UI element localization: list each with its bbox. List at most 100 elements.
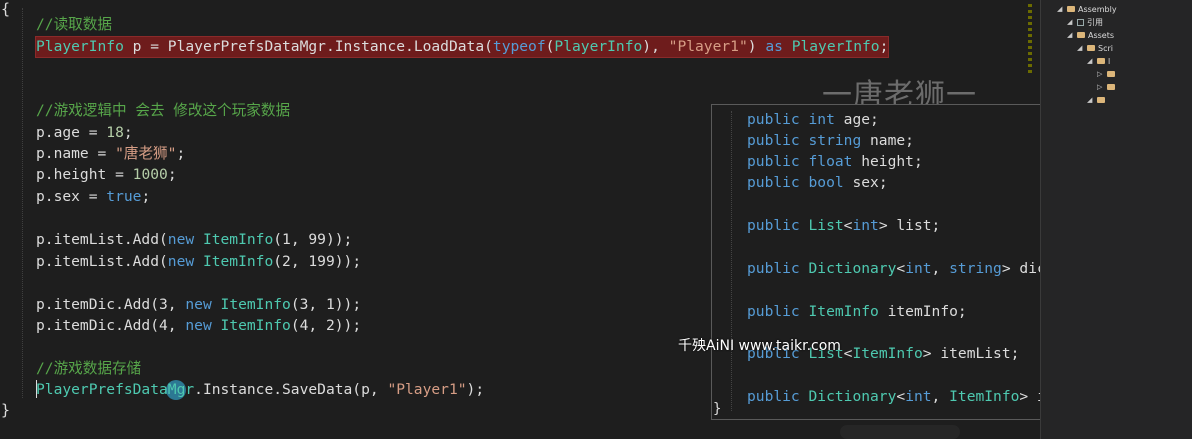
code-text: p.itemDic.Add(4, — [36, 317, 186, 334]
expand-arrow-icon[interactable]: ◢ — [1077, 44, 1084, 52]
code-text: (3, 1)); — [290, 296, 362, 313]
code-line-dic-add-2[interactable]: p.itemDic.Add(4, new ItemInfo(4, 2)); — [36, 316, 361, 336]
code-text: , — [931, 388, 950, 405]
type-name: ItemInfo — [202, 231, 274, 248]
popup-field-line[interactable]: public float height; — [747, 152, 923, 172]
popup-field-line[interactable]: public bool sex; — [747, 173, 888, 193]
popup-field-line[interactable]: public List<int> list; — [747, 216, 940, 236]
keyword: int — [905, 388, 932, 405]
code-text: ) — [747, 38, 766, 55]
solution-tree-item[interactable]: ◢ Scri — [1077, 42, 1113, 54]
keyword: new — [167, 231, 195, 248]
load-data-line[interactable]: PlayerInfo p = PlayerPrefsDataMgr.Instan… — [34, 36, 890, 58]
type-name: PlayerPrefsDataMgr — [36, 381, 195, 398]
solution-tree-label: Assets — [1088, 30, 1115, 40]
type-name: ItemInfo — [202, 253, 274, 270]
solution-tree-item[interactable]: ◢ Assets — [1067, 29, 1114, 41]
popup-field-line[interactable]: public string name; — [747, 131, 914, 151]
number-literal: 1000 — [132, 166, 168, 183]
code-line-list-add-2[interactable]: p.itemList.Add(new ItemInfo(2, 199)); — [36, 252, 361, 272]
code-text: p.itemList.Add( — [36, 253, 168, 270]
code-line-list-add-1[interactable]: p.itemList.Add(new ItemInfo(1, 99)); — [36, 230, 352, 250]
keyword: new — [167, 253, 195, 270]
solution-tree-label: Scri — [1098, 43, 1113, 53]
solution-tree-item[interactable]: ◢ 引用 — [1067, 16, 1103, 28]
code-line-name[interactable]: p.name = "唐老狮"; — [36, 144, 185, 164]
reference-icon — [1077, 18, 1084, 26]
solution-tree-item[interactable]: ◢ Assembly — [1057, 3, 1117, 15]
code-line-age[interactable]: p.age = 18; — [36, 123, 133, 143]
keyword: public — [747, 132, 800, 149]
type-name: PlayerInfo — [554, 38, 643, 55]
code-text: itemInfo; — [878, 303, 967, 320]
expand-arrow-icon[interactable]: ◢ — [1087, 57, 1094, 65]
popup-field-line[interactable]: public ItemInfo itemInfo; — [747, 302, 967, 322]
code-text: p.sex = — [36, 188, 107, 205]
popup-field-line[interactable]: public Dictionary<int, string> dic; — [747, 259, 1055, 279]
popup-field-line[interactable]: public int age; — [747, 110, 879, 130]
solution-tree-item[interactable]: ▷ — [1097, 81, 1118, 93]
keyword: float — [808, 153, 853, 170]
keyword: new — [185, 296, 212, 313]
code-line-height[interactable]: p.height = 1000; — [36, 165, 177, 185]
type-name: ItemInfo — [220, 296, 291, 313]
keyword: public — [747, 303, 800, 320]
folder-icon — [1097, 58, 1105, 64]
expand-arrow-icon[interactable]: ◢ — [1087, 96, 1094, 104]
string-literal: "唐老狮" — [115, 145, 177, 162]
solution-explorer-panel[interactable]: ◢ Assembly ◢ 引用 ◢ Assets ◢ Scri ◢ l ▷ ▷ ◢ — [1040, 0, 1192, 439]
string-literal: "Player1" — [387, 381, 467, 398]
solution-tree-item[interactable]: ▷ — [1097, 68, 1118, 80]
code-line-sex[interactable]: p.sex = true; — [36, 187, 150, 207]
solution-tree-item[interactable]: ◢ l — [1087, 55, 1110, 67]
code-text: p = PlayerPrefsDataMgr.Instance.LoadData… — [123, 38, 493, 55]
code-text: > itemList; — [922, 345, 1020, 362]
solution-tree-label: l — [1108, 56, 1111, 66]
expand-arrow-icon[interactable]: ◢ — [1057, 5, 1064, 13]
expand-arrow-icon[interactable]: ◢ — [1067, 31, 1074, 39]
text-caret — [36, 380, 37, 398]
code-text: height; — [852, 153, 923, 170]
keyword: public — [747, 174, 800, 191]
code-text: age; — [834, 111, 879, 128]
keyword: bool — [808, 174, 844, 191]
keyword: as — [765, 38, 783, 55]
code-line-dic-add-1[interactable]: p.itemDic.Add(3, new ItemInfo(3, 1)); — [36, 295, 361, 315]
code-text: p.name = — [36, 145, 116, 162]
solution-tree-item[interactable]: ◢ — [1087, 94, 1108, 106]
code-text: .Instance.SaveData(p, — [194, 381, 388, 398]
code-text: ); — [466, 381, 485, 398]
type-name: ItemInfo — [852, 345, 923, 362]
keyword: public — [747, 111, 800, 128]
blur-overlay — [840, 425, 960, 439]
code-text: p.itemDic.Add(3, — [36, 296, 186, 313]
code-text: > list; — [878, 217, 941, 234]
expand-arrow-icon[interactable]: ◢ — [1067, 18, 1074, 26]
expand-arrow-icon[interactable]: ▷ — [1097, 83, 1104, 91]
code-text: (2, 199)); — [273, 253, 362, 270]
code-text: < — [896, 260, 906, 277]
code-text: p.height = — [36, 166, 133, 183]
keyword: int — [905, 260, 932, 277]
keyword: int — [808, 111, 835, 128]
type-name: PlayerInfo — [36, 38, 124, 55]
code-text: ; — [141, 188, 151, 205]
keyword: public — [747, 260, 800, 277]
open-brace: { — [1, 0, 11, 18]
code-text: < — [896, 388, 906, 405]
code-text: name; — [861, 132, 914, 149]
code-text: ; — [879, 38, 889, 55]
keyword: string — [808, 132, 862, 149]
keyword: true — [106, 188, 142, 205]
code-text: (1, 99)); — [273, 231, 353, 248]
save-data-line[interactable]: PlayerPrefsDataMgr.Instance.SaveData(p, … — [36, 380, 484, 400]
folder-icon — [1097, 97, 1105, 103]
expand-arrow-icon[interactable]: ▷ — [1097, 70, 1104, 78]
